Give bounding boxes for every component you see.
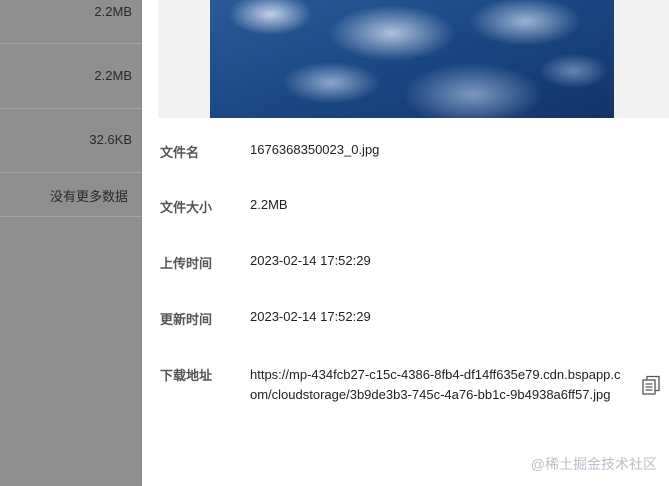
filename-label: 文件名 <box>160 145 200 160</box>
no-more-data-text: 没有更多数据 <box>49 189 128 204</box>
file-detail-panel: 文件名 1676368350023_0.jpg 文件大小 2.2MB 上传时间 … <box>142 0 669 486</box>
no-more-data: 没有更多数据 <box>0 172 142 217</box>
upload-time-label: 上传时间 <box>160 256 213 271</box>
file-size: 2.2MB <box>94 4 132 19</box>
file-size: 32.6KB <box>89 132 132 147</box>
filename-value: 1676368350023_0.jpg <box>250 142 380 157</box>
detail-row-download-url: 下载地址 https://mp-434fcb27-c15c-4386-8fb4-… <box>160 365 660 409</box>
update-time-value: 2023-02-14 17:52:29 <box>250 309 371 324</box>
file-list: 2.2MB 2.2MB 32.6KB 没有更多数据 <box>0 0 142 486</box>
update-time-label: 更新时间 <box>160 312 213 327</box>
watermark: @稀土掘金技术社区 <box>530 456 657 472</box>
copy-icon[interactable] <box>640 374 662 396</box>
file-list-row[interactable]: 32.6KB <box>0 109 142 171</box>
download-url-value[interactable]: https://mp-434fcb27-c15c-4386-8fb4-df14f… <box>250 365 626 405</box>
file-list-row[interactable]: 2.2MB <box>0 44 142 109</box>
file-size: 2.2MB <box>94 68 132 83</box>
file-list-row[interactable]: 2.2MB <box>0 0 142 44</box>
image-preview-area <box>158 0 669 118</box>
download-url-label: 下载地址 <box>160 368 213 383</box>
filesize-label: 文件大小 <box>160 200 213 215</box>
upload-time-value: 2023-02-14 17:52:29 <box>250 253 371 268</box>
filesize-value: 2.2MB <box>250 197 288 212</box>
image-preview[interactable] <box>210 0 614 118</box>
